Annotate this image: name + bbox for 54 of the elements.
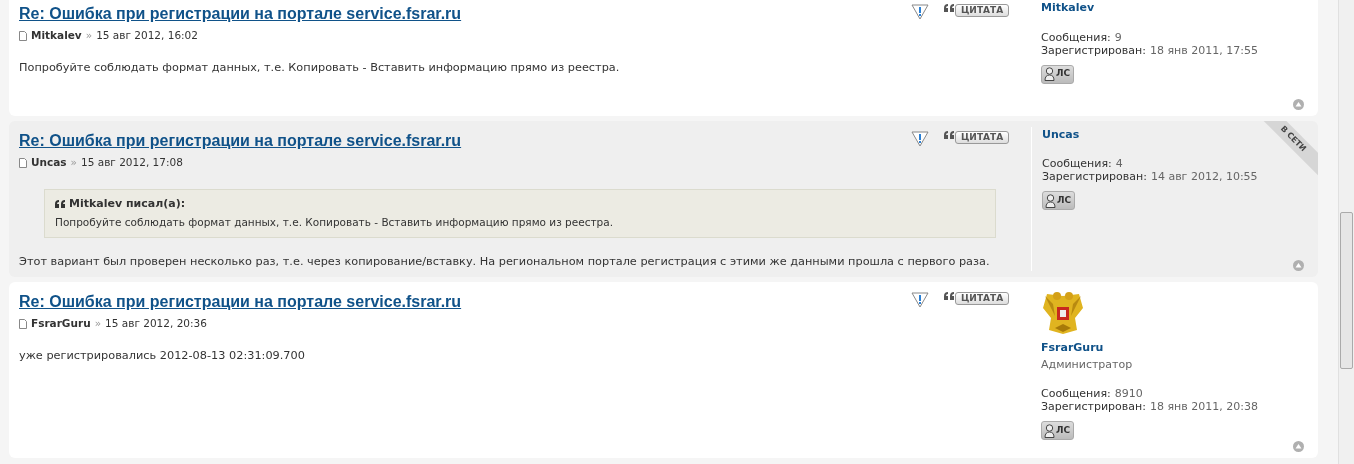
post-title-link[interactable]: Re: Ошибка при регистрации на портале service.fsrar.ru	[19, 131, 462, 149]
username-link[interactable]: FsrarGuru	[1041, 340, 1104, 357]
author-link[interactable]: FsrarGuru	[31, 316, 91, 332]
post-title-link[interactable]: Re: Ошибка при регистрации на портале service.fsrar.ru	[19, 293, 462, 311]
username-link[interactable]: Mitkalev	[1041, 0, 1095, 17]
author-link[interactable]: Uncas	[31, 154, 67, 171]
stat-value: 4	[1115, 157, 1123, 171]
user-icon	[1044, 423, 1055, 438]
report-icon[interactable]	[911, 292, 929, 309]
user-rank: Администратор	[1041, 356, 1134, 373]
private-message-button[interactable]: ЛС	[1042, 191, 1076, 211]
private-message-button[interactable]: ЛС	[1041, 421, 1075, 441]
page-icon	[19, 30, 27, 41]
separator-text: »	[70, 154, 77, 170]
stat-value: 18 янв 2011, 17:55	[1149, 43, 1258, 57]
quote-icon	[944, 292, 954, 301]
separator-text: »	[94, 316, 102, 332]
quote-icon	[944, 130, 954, 139]
scrollbar-thumb[interactable]	[1340, 212, 1353, 369]
stat-value: 9	[1114, 30, 1122, 44]
post-date: 15 авг 2012, 17:08	[81, 154, 183, 170]
quote-text: Попробуйте соблюдать формат данных, т.е. Копировать - Вставить информацию прямо из реестра.	[55, 215, 614, 231]
username-link[interactable]: Uncas	[1042, 126, 1080, 144]
stat-label: Сообщения:	[1041, 387, 1111, 401]
stat-label: Зарегистрирован:	[1042, 170, 1147, 184]
stat-label: Зарегистрирован:	[1041, 43, 1146, 57]
post-text: Попробуйте соблюдать формат данных, т.е. Копировать - Вставить информацию прямо из реестра.	[19, 59, 620, 76]
post-text: уже регистрировались 2012-08-13 02:31:09.700	[19, 347, 305, 364]
page-icon	[19, 157, 27, 168]
stat-value: 8910	[1114, 387, 1143, 401]
page-icon	[19, 319, 27, 329]
report-icon[interactable]	[911, 4, 929, 20]
stat-value: 14 авг 2012, 10:55	[1150, 170, 1258, 184]
back-to-top-icon[interactable]	[1293, 441, 1304, 452]
stat-label: Зарегистрирован:	[1041, 400, 1146, 414]
separator-text: »	[85, 28, 93, 43]
user-icon	[1044, 67, 1055, 81]
stat-value: 18 янв 2011, 20:38	[1149, 400, 1258, 414]
quote-icon	[944, 4, 954, 12]
author-link[interactable]: Mitkalev	[31, 28, 82, 44]
quote-icon	[55, 199, 65, 208]
post-text: Этот вариант был проверен несколько раз, т.е. через копирование/вставку. На региональном портале регистрация с этими же данными прошла с первого раза.	[19, 253, 990, 270]
post-date: 15 авг 2012, 20:36	[105, 316, 207, 332]
stat-label: Сообщения:	[1041, 30, 1111, 44]
back-to-top-icon[interactable]	[1293, 260, 1304, 272]
post-date: 15 авг 2012, 16:02	[96, 28, 198, 43]
quote-author: Mitkalev писал(а):	[69, 195, 186, 212]
user-icon	[1045, 193, 1056, 208]
stat-label: Сообщения:	[1042, 157, 1112, 171]
private-message-button[interactable]: ЛС	[1041, 64, 1075, 84]
scrollbar[interactable]	[1338, 0, 1354, 464]
back-to-top-icon[interactable]	[1293, 98, 1304, 110]
report-icon[interactable]	[911, 130, 929, 147]
post-title-link[interactable]: Re: Ошибка при регистрации на портале service.fsrar.ru	[19, 5, 462, 22]
